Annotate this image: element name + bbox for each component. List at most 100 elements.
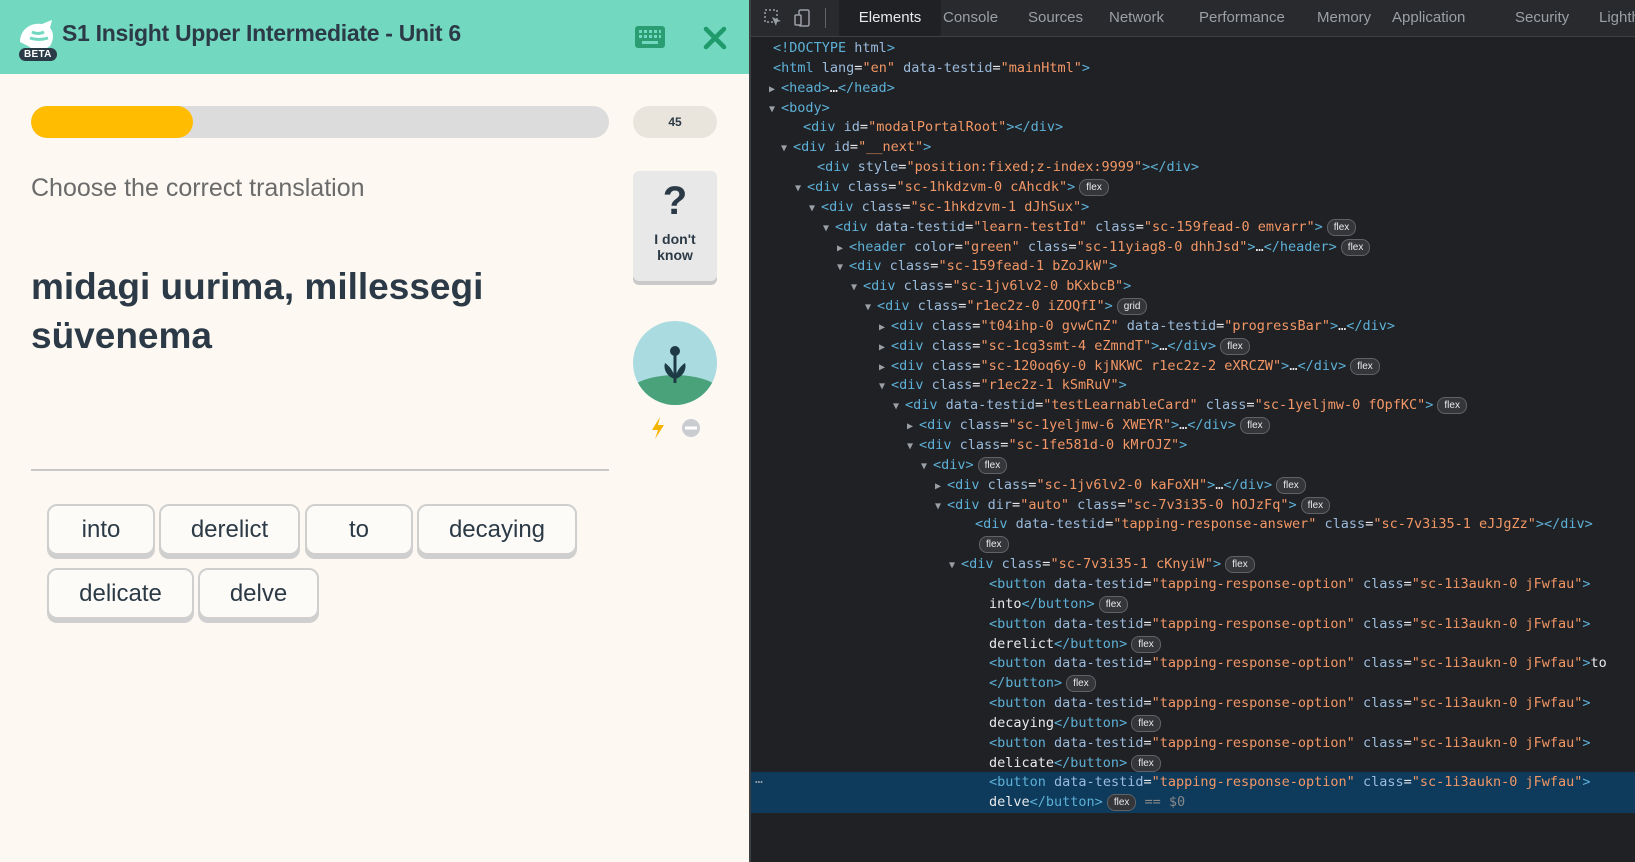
dom-node-line[interactable]: ▶ <div class="t04ihp-0 gvwCnZ" data-testi… [751, 316, 1635, 337]
dom-node-line[interactable]: ▼ <div class="r1ec2z-1 kSmRuV"> [751, 375, 1635, 396]
dom-node-line[interactable]: <button data-testid="tapping-response-op… [751, 733, 1635, 754]
keyboard-icon[interactable] [634, 25, 666, 49]
dom-node-line[interactable]: ▼ <div class="sc-1hkdzvm-1 dJhSux"> [751, 197, 1635, 218]
expand-triangle-icon[interactable]: ▶ [907, 416, 919, 437]
collapse-triangle-icon[interactable]: ▼ [823, 218, 835, 239]
collapse-triangle-icon[interactable]: ▼ [795, 178, 807, 199]
dom-node-line[interactable]: <button data-testid="tapping-response-op… [751, 693, 1635, 714]
dom-node-line[interactable]: <div id="modalPortalRoot"></div> [751, 117, 1635, 138]
collapse-triangle-icon[interactable]: ▼ [769, 99, 781, 120]
expand-triangle-icon[interactable]: ▶ [769, 79, 781, 100]
dom-node-line[interactable]: ▼ <div data-testid="learn-testId" class="… [751, 217, 1635, 238]
layout-badge[interactable]: flex [1098, 595, 1129, 613]
dom-node-line[interactable]: <!DOCTYPE html> [751, 38, 1635, 59]
tab-elements[interactable]: Elements [839, 0, 941, 36]
layout-badge[interactable]: flex [1220, 337, 1250, 355]
option-button-delicate[interactable]: delicate [47, 568, 194, 619]
difficult-word-icon[interactable] [681, 418, 701, 438]
layout-badge[interactable]: flex [1066, 675, 1096, 693]
layout-badge[interactable]: flex [1326, 218, 1357, 236]
dom-node-line[interactable]: flex [751, 534, 1635, 555]
collapse-triangle-icon[interactable]: ▼ [809, 198, 821, 219]
dom-node-line[interactable]: ▼ <div data-testid="testLearnableCard" cl… [751, 395, 1635, 416]
dom-node-line[interactable]: <button data-testid="tapping-response-op… [751, 574, 1635, 595]
collapse-triangle-icon[interactable]: ▼ [851, 277, 863, 298]
dom-node-line[interactable]: <div style="position:fixed;z-index:9999"… [751, 157, 1635, 178]
dom-node-line[interactable]: delicate</button> flex [751, 753, 1635, 774]
layout-badge[interactable]: flex [1131, 754, 1161, 772]
dom-node-line[interactable]: <html lang="en" data-testid="mainHtml"> [751, 58, 1635, 79]
option-button-derelict[interactable]: derelict [159, 504, 300, 555]
dom-node-line[interactable]: ▼ <div dir="auto" class="sc-7v3i35-0 hOJz… [751, 495, 1635, 516]
layout-badge[interactable]: flex [1106, 794, 1137, 812]
expand-triangle-icon[interactable]: ▶ [837, 238, 849, 259]
layout-badge[interactable]: flex [1276, 476, 1306, 494]
tab-performance[interactable]: Performance [1199, 0, 1285, 36]
dom-node-line[interactable]: decaying</button> flex [751, 713, 1635, 734]
layout-badge[interactable]: flex [1079, 178, 1109, 196]
dom-node-line[interactable]: <button data-testid="tapping-response-op… [751, 653, 1635, 674]
dom-node-line[interactable]: ▼ <div class="r1ec2z-0 iZOQfI"> grid [751, 296, 1635, 317]
dom-node-line[interactable]: ▼ <div class="sc-159fead-1 bZoJkW"> [751, 256, 1635, 277]
elements-tree[interactable]: <!DOCTYPE html> <html lang="en" data-test… [751, 38, 1635, 862]
dom-node-line[interactable]: delve</button> flex == $0 [751, 792, 1635, 814]
collapse-triangle-icon[interactable]: ▼ [907, 436, 919, 457]
layout-badge[interactable]: flex [1225, 556, 1255, 574]
option-button-decaying[interactable]: decaying [417, 504, 577, 555]
expand-triangle-icon[interactable]: ▶ [879, 317, 891, 338]
dom-node-line[interactable]: ▼ <body> [751, 98, 1635, 119]
layout-badge[interactable]: flex [977, 456, 1008, 474]
option-button-to[interactable]: to [305, 504, 413, 555]
collapse-triangle-icon[interactable]: ▼ [879, 376, 891, 397]
dom-node-line[interactable]: ▶ <div class="sc-1jv6lv2-0 kaFoXH">…</div… [751, 475, 1635, 496]
dom-node-line[interactable]: ▼ <div class="sc-1hkdzvm-0 cAhcdk"> flex [751, 177, 1635, 198]
collapse-triangle-icon[interactable]: ▼ [921, 456, 933, 477]
collapse-triangle-icon[interactable]: ▼ [865, 297, 877, 318]
option-button-delve[interactable]: delve [198, 568, 319, 619]
layout-badge[interactable]: flex [1131, 714, 1161, 732]
dom-node-line[interactable]: <div data-testid="tapping-response-answe… [751, 514, 1635, 535]
collapse-triangle-icon[interactable]: ▼ [935, 496, 947, 517]
dom-node-line[interactable]: into</button> flex [751, 594, 1635, 615]
dom-node-line[interactable]: <button data-testid="tapping-response-op… [751, 772, 1635, 794]
expand-triangle-icon[interactable]: ▶ [879, 357, 891, 378]
tab-network[interactable]: Network [1109, 0, 1164, 36]
tab-memory[interactable]: Memory [1317, 0, 1371, 36]
inspect-element-icon[interactable] [763, 8, 783, 28]
tab-security[interactable]: Security [1515, 0, 1569, 36]
dom-node-line[interactable]: ▶ <div class="sc-1cg3smt-4 eZmndT">…</div… [751, 336, 1635, 357]
dom-node-line[interactable]: derelict</button> flex [751, 634, 1635, 655]
dom-node-line[interactable]: ▼ <div class="sc-7v3i35-1 cKnyiW"> flex [751, 554, 1635, 575]
dom-node-line[interactable]: ▼ <div id="__next"> [751, 137, 1635, 158]
collapse-triangle-icon[interactable]: ▼ [781, 138, 793, 159]
layout-badge[interactable]: grid [1116, 298, 1148, 316]
expand-triangle-icon[interactable]: ▶ [879, 337, 891, 358]
layout-badge[interactable]: flex [1340, 238, 1371, 256]
dom-node-line[interactable]: </button> flex [751, 673, 1635, 694]
collapse-triangle-icon[interactable]: ▼ [893, 396, 905, 417]
collapse-triangle-icon[interactable]: ▼ [837, 257, 849, 278]
tab-sources[interactable]: Sources [1028, 0, 1083, 36]
layout-badge[interactable]: flex [1437, 397, 1467, 415]
tab-application[interactable]: Application [1392, 0, 1465, 36]
option-button-into[interactable]: into [47, 504, 155, 555]
dom-node-line[interactable]: ▶ <header color="green" class="sc-11yiag8… [751, 237, 1635, 258]
dom-node-line[interactable]: ▼ <div> flex [751, 455, 1635, 476]
layout-badge[interactable]: flex [1131, 635, 1161, 653]
dom-node-line[interactable]: ▶ <div class="sc-1yeljmw-6 XWEYR">…</div>… [751, 415, 1635, 436]
collapse-triangle-icon[interactable]: ▼ [949, 555, 961, 576]
tab-console[interactable]: Console [943, 0, 998, 36]
dom-node-line[interactable]: ▼ <div class="sc-1fe581d-0 kMrOJZ"> [751, 435, 1635, 456]
dom-node-line[interactable]: ▼ <div class="sc-1jv6lv2-0 bKxbcB"> [751, 276, 1635, 297]
layout-badge[interactable]: flex [1240, 417, 1270, 435]
device-toolbar-icon[interactable] [793, 8, 813, 28]
dom-node-line[interactable]: <button data-testid="tapping-response-op… [751, 614, 1635, 635]
layout-badge[interactable]: flex [1350, 357, 1380, 375]
dom-node-line[interactable]: ▶ <head>…</head> [751, 78, 1635, 99]
expand-triangle-icon[interactable]: ▶ [935, 476, 947, 497]
dont-know-button[interactable]: ? I don't know [633, 171, 717, 281]
close-icon[interactable] [700, 23, 730, 53]
more-icon[interactable]: … [755, 772, 763, 787]
dom-node-line[interactable]: ▶ <div class="sc-120oq6y-0 kjNKWC r1ec2z-… [751, 356, 1635, 377]
layout-badge[interactable]: flex [1300, 496, 1331, 514]
